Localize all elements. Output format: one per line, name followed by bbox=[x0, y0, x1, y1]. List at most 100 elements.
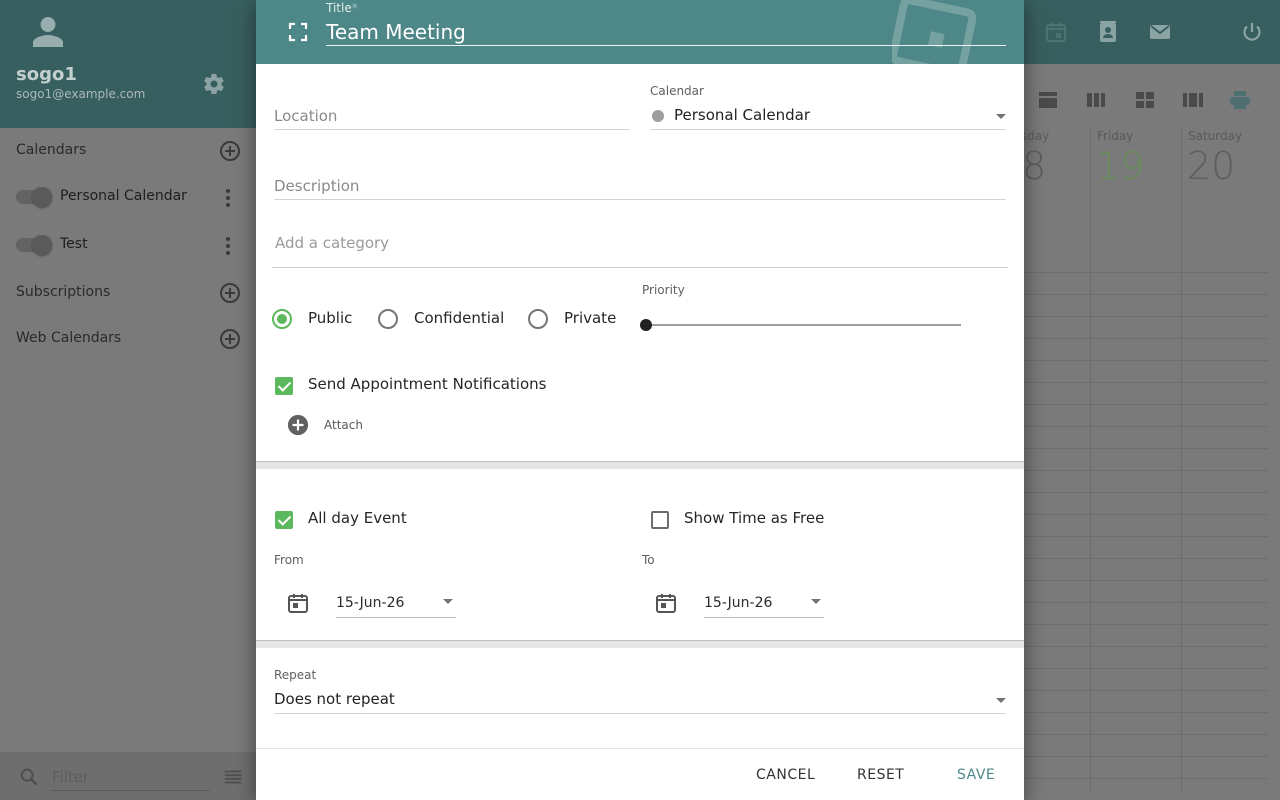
hour-line bbox=[1000, 316, 1268, 317]
day-number: 19 bbox=[1096, 144, 1145, 188]
priority-label: Priority bbox=[642, 283, 685, 297]
calendar-item-test[interactable]: Test bbox=[16, 234, 246, 258]
cancel-button[interactable]: CANCEL bbox=[756, 767, 815, 783]
hour-line bbox=[1000, 382, 1268, 383]
add-subscription-icon[interactable] bbox=[218, 281, 242, 305]
title-label: Title* bbox=[326, 1, 358, 15]
save-button[interactable]: SAVE bbox=[957, 767, 995, 783]
privacy-private-radio[interactable] bbox=[528, 309, 548, 329]
user-email: sogo1@example.com bbox=[16, 87, 146, 101]
calendar-toggle[interactable] bbox=[16, 187, 52, 207]
hour-line bbox=[1000, 668, 1268, 669]
sidebar-header: sogo1 sogo1@example.com bbox=[0, 0, 256, 128]
hour-line bbox=[1000, 734, 1268, 735]
mail-icon[interactable] bbox=[1148, 20, 1172, 44]
avatar-icon[interactable] bbox=[30, 14, 66, 50]
more-vert-icon[interactable] bbox=[216, 186, 240, 210]
week-grid: rsday 8 Friday 19 Saturday 20 bbox=[1000, 128, 1268, 792]
hour-line bbox=[1000, 360, 1268, 361]
required-mark: * bbox=[351, 1, 358, 15]
month-view-icon[interactable] bbox=[1133, 88, 1157, 112]
hour-line bbox=[1000, 272, 1268, 273]
calendar-icon[interactable] bbox=[1044, 20, 1068, 44]
subscriptions-section-title: Subscriptions bbox=[16, 284, 111, 300]
location-input[interactable]: Location bbox=[274, 107, 337, 125]
send-notifications-label: Send Appointment Notifications bbox=[308, 375, 547, 393]
hour-line bbox=[1000, 338, 1268, 339]
hour-line bbox=[1000, 294, 1268, 295]
filter-underline bbox=[50, 790, 210, 791]
to-date-input[interactable]: 15-Jun-26 bbox=[704, 595, 772, 611]
dialog-actions: CANCEL RESET SAVE bbox=[256, 748, 1024, 800]
title-input[interactable]: Team Meeting bbox=[326, 20, 466, 44]
hour-line bbox=[1000, 646, 1268, 647]
priority-slider-thumb[interactable] bbox=[640, 319, 652, 331]
calendars-section-title: Calendars bbox=[16, 142, 87, 158]
location-underline bbox=[274, 129, 630, 130]
to-label: To bbox=[642, 553, 655, 567]
add-web-calendar-icon[interactable] bbox=[218, 327, 242, 351]
chevron-down-icon[interactable] bbox=[811, 599, 821, 604]
dialog-header: Title* Team Meeting bbox=[256, 0, 1024, 64]
calendar-item-label: Personal Calendar bbox=[60, 188, 187, 204]
calendar-watermark-icon bbox=[892, 0, 976, 64]
attach-button[interactable]: Attach bbox=[324, 418, 363, 432]
day-column[interactable]: Saturday 20 bbox=[1181, 128, 1268, 792]
power-icon[interactable] bbox=[1240, 20, 1264, 44]
description-underline bbox=[274, 199, 1006, 200]
day-view-icon[interactable] bbox=[1036, 88, 1060, 112]
fullscreen-icon[interactable] bbox=[286, 20, 310, 44]
hour-line bbox=[1000, 602, 1268, 603]
filter-input[interactable]: Filter bbox=[52, 768, 89, 786]
week-view-icon[interactable] bbox=[1084, 88, 1108, 112]
hour-line bbox=[1000, 712, 1268, 713]
all-day-checkbox[interactable] bbox=[275, 511, 293, 529]
repeat-underline bbox=[274, 713, 1006, 714]
description-input[interactable]: Description bbox=[274, 177, 359, 195]
category-underline bbox=[272, 267, 1008, 268]
show-time-free-label: Show Time as Free bbox=[684, 509, 825, 527]
add-calendar-icon[interactable] bbox=[218, 139, 242, 163]
date-picker-icon[interactable] bbox=[654, 591, 678, 615]
repeat-select[interactable]: Does not repeat bbox=[274, 690, 395, 708]
hour-line bbox=[1000, 448, 1268, 449]
priority-slider-track[interactable] bbox=[646, 324, 961, 326]
hour-line bbox=[1000, 624, 1268, 625]
contacts-icon[interactable] bbox=[1096, 20, 1120, 44]
chevron-down-icon[interactable] bbox=[996, 114, 1006, 119]
reset-button[interactable]: RESET bbox=[857, 767, 904, 783]
hour-line bbox=[1000, 470, 1268, 471]
add-attachment-icon[interactable] bbox=[287, 414, 309, 436]
section-divider bbox=[256, 640, 1024, 648]
print-icon[interactable] bbox=[1228, 88, 1252, 112]
repeat-label: Repeat bbox=[274, 668, 317, 682]
hour-line bbox=[1000, 580, 1268, 581]
date-picker-icon[interactable] bbox=[286, 591, 310, 615]
more-vert-icon[interactable] bbox=[216, 234, 240, 258]
from-label: From bbox=[274, 553, 304, 567]
calendar-select[interactable]: Personal Calendar bbox=[674, 106, 810, 124]
calendar-item-personal[interactable]: Personal Calendar bbox=[16, 186, 246, 210]
multi-column-view-icon[interactable] bbox=[1181, 88, 1205, 112]
calendar-toggle[interactable] bbox=[16, 235, 52, 255]
privacy-confidential-radio[interactable] bbox=[378, 309, 398, 329]
chevron-down-icon[interactable] bbox=[996, 698, 1006, 703]
privacy-private-label: Private bbox=[564, 309, 617, 327]
send-notifications-checkbox[interactable] bbox=[275, 377, 293, 395]
chevron-down-icon[interactable] bbox=[443, 599, 453, 604]
section-divider bbox=[256, 461, 1024, 469]
hour-line bbox=[1000, 514, 1268, 515]
gear-icon[interactable] bbox=[202, 72, 226, 96]
hour-line bbox=[1000, 404, 1268, 405]
privacy-public-label: Public bbox=[308, 309, 353, 327]
privacy-public-radio[interactable] bbox=[272, 309, 292, 329]
to-date-underline bbox=[704, 617, 824, 618]
day-column[interactable]: Friday 19 bbox=[1090, 128, 1181, 792]
from-date-input[interactable]: 15-Jun-26 bbox=[336, 595, 404, 611]
calendar-item-label: Test bbox=[60, 236, 88, 252]
sort-menu-icon[interactable] bbox=[222, 766, 244, 788]
calendar-select-label: Calendar bbox=[650, 84, 704, 98]
show-time-free-checkbox[interactable] bbox=[651, 511, 669, 529]
all-day-label: All day Event bbox=[308, 509, 407, 527]
category-input[interactable]: Add a category bbox=[275, 234, 389, 252]
